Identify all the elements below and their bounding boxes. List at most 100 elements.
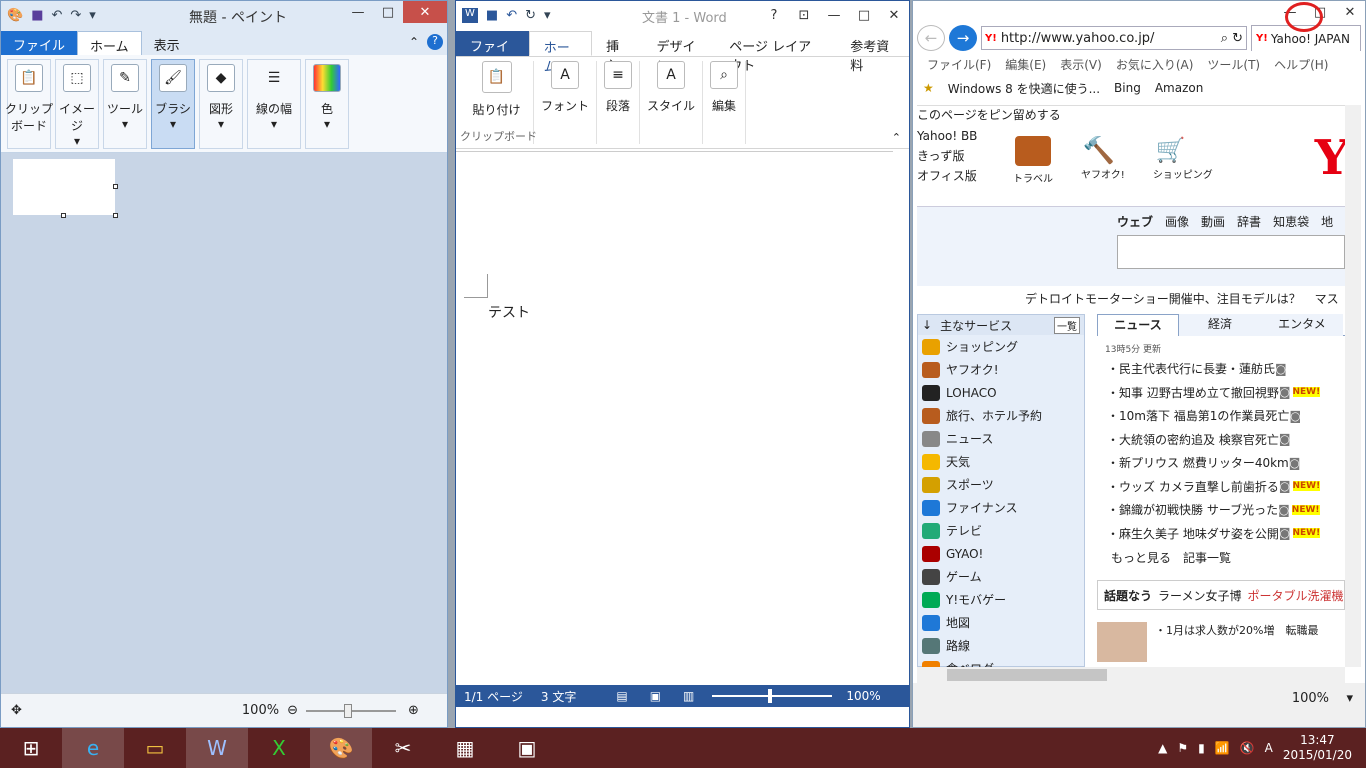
flag-icon[interactable]: ⚑ (1177, 741, 1188, 755)
news-headline[interactable]: 錦織が初戦快勝 サーブ光った (1119, 501, 1278, 518)
resize-handle[interactable] (61, 213, 66, 218)
close-button[interactable]: ✕ (1335, 1, 1365, 23)
menu-favorites[interactable]: お気に入り(A) (1116, 56, 1194, 73)
news-item[interactable]: ・新プリウス 燃費リッター40km ◙ (1107, 451, 1345, 475)
zoom-dropdown-icon[interactable]: ▾ (1346, 691, 1353, 706)
headline-link-2[interactable]: マス (1315, 292, 1339, 306)
network-icon[interactable]: 📶 (1215, 741, 1230, 755)
qat-dropdown-icon[interactable]: ▾ (89, 8, 96, 23)
help-icon[interactable]: ? (427, 34, 443, 50)
news-headline[interactable]: 新プリウス 燃費リッター40km (1119, 454, 1289, 471)
save-icon[interactable]: ■ (31, 8, 43, 23)
service-item[interactable]: LOHACO (918, 381, 1084, 404)
more-news-link[interactable]: もっと見る (1111, 549, 1171, 566)
ribbon-display-button[interactable]: ⊡ (789, 4, 819, 26)
shapes-group[interactable]: ◆ 図形 ▾ (199, 59, 243, 149)
service-item[interactable]: 食べログ (918, 657, 1084, 667)
headline-link[interactable]: デトロイトモーターショー開催中、注目モデルは？ (1025, 292, 1301, 306)
travel-link[interactable]: トラベル (1013, 136, 1053, 185)
search-tab-map[interactable]: 地 (1321, 213, 1333, 230)
news-photo[interactable] (1097, 622, 1147, 662)
search-tab-image[interactable]: 画像 (1165, 213, 1189, 230)
news-headline[interactable]: 大統領の密約追及 検察官死亡 (1119, 431, 1279, 448)
service-item[interactable]: 天気 (918, 450, 1084, 473)
zoom-slider[interactable] (305, 703, 396, 718)
collapse-ribbon-icon[interactable]: ⌃ (892, 131, 901, 144)
yahoo-search-input[interactable] (1117, 235, 1345, 269)
search-icon[interactable]: ⌕ ↻ (1221, 31, 1243, 46)
news-item[interactable]: ・知事 辺野古埋め立て撤回視野 ◙ NEW! (1107, 381, 1345, 405)
paint-canvas[interactable] (13, 159, 115, 215)
service-item[interactable]: ニュース (918, 427, 1084, 450)
tab-design[interactable]: デザイン (642, 31, 715, 74)
zoom-level[interactable]: 100% (1292, 691, 1329, 706)
horizontal-scrollbar[interactable] (917, 667, 1345, 683)
styles-group[interactable]: A スタイル (640, 61, 704, 144)
article-list-link[interactable]: 記事一覧 (1183, 549, 1231, 566)
maximize-button[interactable]: □ (373, 1, 403, 23)
news-item[interactable]: ・麻生久美子 地味ダサ姿を公開 ◙ NEW! (1107, 522, 1345, 546)
minimize-button[interactable]: — (819, 4, 849, 26)
news-item[interactable]: ・大統領の密約追及 検察官死亡 ◙ (1107, 428, 1345, 452)
news-headline[interactable]: 民主代表代行に長妻・蓮舫氏 (1119, 360, 1275, 377)
service-item[interactable]: ゲーム (918, 565, 1084, 588)
news-tab-news[interactable]: ニュース (1097, 313, 1179, 336)
brush-group[interactable]: 🖌 ブラシ ▾ (151, 59, 195, 149)
redo-icon[interactable]: ↷ (70, 8, 81, 23)
menu-tools[interactable]: ツール(T) (1207, 56, 1260, 73)
document-text[interactable]: テスト (488, 302, 530, 322)
minimize-button[interactable]: — (343, 1, 373, 23)
address-bar[interactable]: Y! http://www.yahoo.co.jp/⌕ ↻ (981, 26, 1247, 50)
volume-icon[interactable]: 🔇 (1240, 741, 1255, 755)
shopping-link[interactable]: 🛒 ショッピング (1153, 136, 1213, 185)
web-layout-icon[interactable]: ▥ (683, 689, 694, 703)
tab-home[interactable]: ホーム (77, 31, 142, 55)
search-tab-dictionary[interactable]: 辞書 (1237, 213, 1261, 230)
color-group[interactable]: 色 ▾ (305, 59, 349, 149)
resize-handle[interactable] (113, 184, 118, 189)
undo-icon[interactable]: ↶ (506, 8, 517, 23)
news-item[interactable]: ・ウッズ カメラ直撃し前歯折る ◙ NEW! (1107, 475, 1345, 499)
taskbar-word-icon[interactable]: W (186, 728, 248, 768)
taskbar-excel-icon[interactable]: X (248, 728, 310, 768)
menu-view[interactable]: 表示(V) (1060, 56, 1102, 73)
taskbar-ie-icon[interactable]: e (62, 728, 124, 768)
service-item[interactable]: テレビ (918, 519, 1084, 542)
favorite-bing[interactable]: Bing (1114, 81, 1141, 95)
zoom-level[interactable]: 100% (846, 689, 880, 703)
clipboard-group[interactable]: 📋 クリップ ボード (5, 59, 53, 149)
link-yahoo-bb[interactable]: Yahoo! BB (917, 126, 977, 146)
service-item[interactable]: ファイナンス (918, 496, 1084, 519)
zoom-out-button[interactable]: ⊖ (287, 703, 298, 718)
undo-icon[interactable]: ↶ (51, 8, 62, 23)
news-tab-entertainment[interactable]: エンタメ (1261, 313, 1343, 336)
menu-file[interactable]: ファイル(F) (927, 56, 991, 73)
line-width-group[interactable]: ☰ 線の幅 ▾ (247, 59, 301, 149)
news-headline[interactable]: 10m落下 福島第1の作業員死亡 (1119, 407, 1289, 424)
news-tab-economy[interactable]: 経済 (1179, 313, 1261, 336)
resize-handle[interactable] (113, 213, 118, 218)
close-button[interactable]: ✕ (879, 4, 909, 26)
save-icon[interactable]: ■ (486, 8, 498, 23)
tab-insert[interactable]: 挿入 (592, 31, 642, 74)
news-headline[interactable]: ウッズ カメラ直撃し前歯折る (1119, 478, 1279, 495)
tab-file[interactable]: ファイル (456, 31, 529, 74)
news-item[interactable]: ・錦織が初戦快勝 サーブ光った ◙ NEW! (1107, 498, 1345, 522)
service-item[interactable]: ヤフオク! (918, 358, 1084, 381)
link-office[interactable]: オフィス版 (917, 166, 977, 186)
search-tab-chiebukuro[interactable]: 知恵袋 (1273, 213, 1309, 230)
page-count[interactable]: 1/1 ページ (464, 688, 523, 705)
service-item[interactable]: 地図 (918, 611, 1084, 634)
back-button[interactable]: ← (917, 25, 945, 51)
zoom-slider[interactable] (712, 689, 833, 703)
news-headline[interactable]: 知事 辺野古埋め立て撤回視野 (1119, 384, 1279, 401)
search-tab-video[interactable]: 動画 (1201, 213, 1225, 230)
help-button[interactable]: ? (759, 4, 789, 26)
service-item[interactable]: Y!モバゲー (918, 588, 1084, 611)
image-group[interactable]: ⬚ イメージ ▾ (55, 59, 99, 149)
yahoo-logo[interactable]: Y (1315, 130, 1345, 186)
qat-dropdown-icon[interactable]: ▾ (544, 8, 551, 23)
tab-file[interactable]: ファイル (1, 31, 78, 55)
tab-home[interactable]: ホーム (528, 31, 593, 75)
trend-link-2[interactable]: ポータブル洗濯機 (1248, 587, 1344, 604)
